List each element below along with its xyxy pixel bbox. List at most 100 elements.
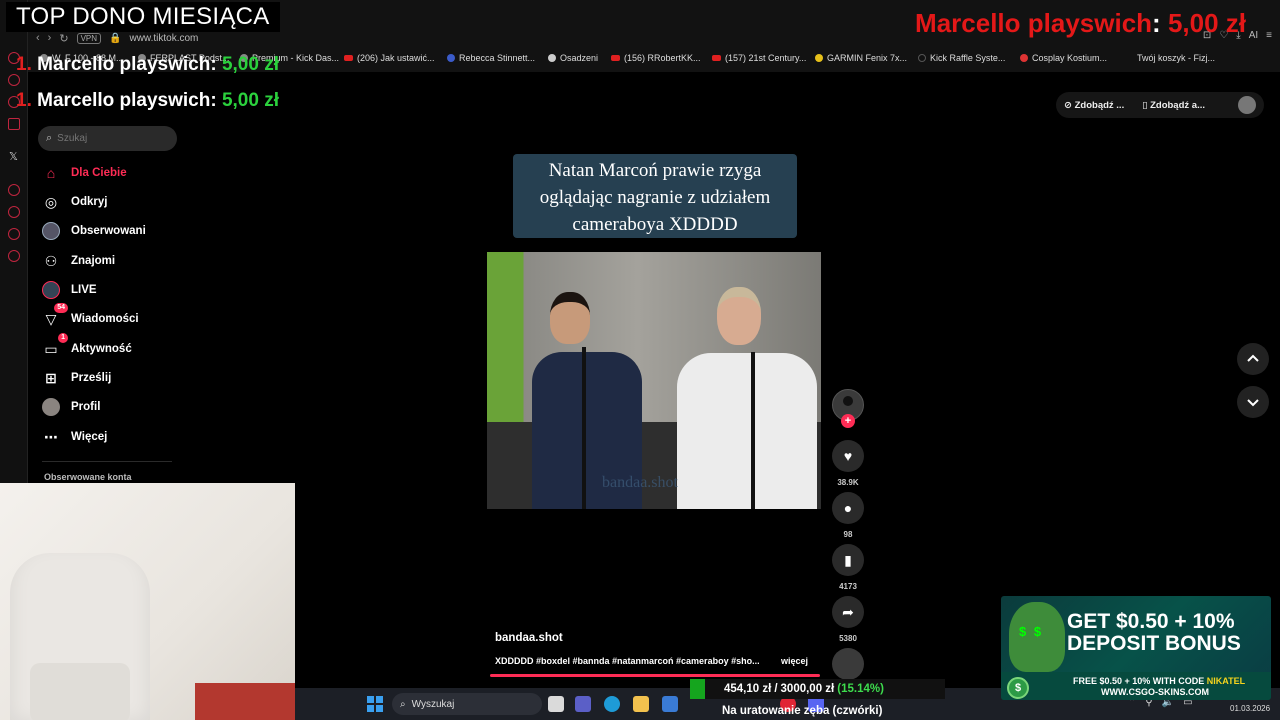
sidebar-app-icon[interactable]: [8, 184, 20, 196]
url-text[interactable]: www.tiktok.com: [129, 33, 198, 44]
sidebar-divider: [42, 461, 172, 462]
messages-icon: ▽ 54: [42, 303, 68, 328]
teams-icon[interactable]: [575, 696, 591, 712]
history-icon[interactable]: [8, 206, 20, 218]
promo-code-text: FREE $0.50 + 10% WITH CODE NIKATEL: [1073, 676, 1246, 686]
search-icon: ⌕: [400, 698, 406, 710]
previous-video-button[interactable]: [1237, 343, 1269, 375]
mascot-image: [1009, 602, 1065, 672]
microphone-stand: [751, 352, 755, 509]
nav-following[interactable]: Obserwowani: [42, 220, 146, 242]
goal-target: 3000,00 zł: [780, 683, 835, 695]
comment-button[interactable]: ● 98: [832, 492, 864, 539]
video-player[interactable]: bandaa.shot: [487, 252, 821, 509]
like-button[interactable]: ♥ 38.9K: [832, 440, 864, 487]
more-icon: ⋯: [44, 428, 58, 445]
windows-start-icon[interactable]: [367, 696, 383, 712]
menu-icon[interactable]: ≡: [1266, 30, 1272, 41]
back-icon[interactable]: ‹: [36, 32, 40, 44]
file-explorer-icon[interactable]: [633, 696, 649, 712]
bookmark-item[interactable]: (206) Jak ustawić...: [344, 53, 435, 63]
bookmark-item[interactable]: (156) RRobertKK...: [611, 53, 701, 63]
nav-upload[interactable]: ⊞ Prześlij: [42, 367, 111, 389]
friends-icon: ⚇: [44, 252, 58, 269]
video-description: XDDDDD #boxdel #bannda #natanmarcoń #cam…: [495, 656, 760, 666]
bookmark-icon: [918, 54, 926, 62]
nav-activity[interactable]: ▭ 1 Aktywność: [42, 333, 132, 360]
live-icon: [42, 281, 60, 299]
youtube-icon: [611, 55, 620, 61]
music-disc-button[interactable]: [832, 648, 864, 680]
goal-separator: /: [774, 683, 778, 695]
person-right: [677, 287, 817, 509]
header-actions: ⊘ Zdobądź ... ▯ Zdobądź a...: [1056, 92, 1264, 118]
nav-profile[interactable]: Profil: [42, 396, 100, 418]
garmin-icon: [815, 54, 823, 62]
bookmark-item[interactable]: Cosplay Kostium...: [1020, 53, 1107, 63]
forward-icon[interactable]: ›: [48, 32, 52, 44]
reload-icon[interactable]: ↻: [59, 32, 68, 45]
bookmark-item[interactable]: (157) 21st Century...: [712, 53, 806, 63]
heart-icon: ♥: [832, 440, 864, 472]
coin-icon: ⊘: [1064, 99, 1075, 111]
bookmark-item[interactable]: Rebecca Stinnett...: [447, 53, 535, 63]
address-bar[interactable]: ‹ › ↻ VPN 🔒 www.tiktok.com: [36, 30, 198, 46]
search-box[interactable]: ⌕: [38, 126, 177, 151]
search-input[interactable]: [57, 133, 168, 144]
sidebar-app-icon[interactable]: [8, 118, 20, 130]
next-video-button[interactable]: [1237, 386, 1269, 418]
nav-friends[interactable]: ⚇ Znajomi: [42, 250, 115, 272]
bookmark-item[interactable]: Osadzeni: [548, 53, 598, 63]
donation-goal-label: Na uratowanie zęba (czwórki): [722, 705, 883, 717]
messages-badge: 54: [54, 303, 68, 313]
edge-icon[interactable]: [604, 696, 620, 712]
goal-current: 454,10 zł: [724, 683, 772, 695]
chevron-down-icon: [1247, 399, 1259, 407]
bookmark-icon: [1020, 54, 1028, 62]
ai-button[interactable]: AI: [1249, 30, 1258, 41]
x-icon[interactable]: 𝕏: [9, 150, 18, 163]
youtube-icon: [344, 55, 353, 61]
taskbar-date[interactable]: 01.03.2026: [1230, 704, 1270, 713]
youtube-icon: [712, 55, 721, 61]
bookmark-item[interactable]: GARMIN Fenix 7x...: [815, 53, 907, 63]
vpn-badge[interactable]: VPN: [76, 32, 102, 44]
follow-plus-icon[interactable]: +: [841, 414, 855, 428]
video-watermark: bandaa.shot: [602, 474, 678, 491]
save-button[interactable]: ▮ 4173: [832, 544, 864, 591]
share-button[interactable]: ➦ 5380: [832, 596, 864, 643]
nav-explore[interactable]: ◎ Odkryj: [42, 191, 108, 213]
nav-for-you[interactable]: ⌂ Dla Ciebie: [42, 162, 127, 184]
taskbar-search[interactable]: ⌕ Wyszukaj: [392, 693, 542, 715]
get-coins-button[interactable]: ⊘ Zdobądź ...: [1064, 100, 1124, 111]
bookmark-item[interactable]: Twój koszyk - Fizj...: [1137, 53, 1215, 63]
goal-percent: (15.14%): [837, 683, 884, 695]
lock-icon: 🔒: [109, 32, 122, 44]
video-author[interactable]: bandaa.shot: [495, 632, 563, 644]
nav-more[interactable]: ⋯ Więcej: [42, 426, 107, 448]
nav-messages[interactable]: ▽ 54 Wiadomości: [42, 303, 139, 330]
comment-icon: ●: [832, 492, 864, 524]
video-progress-bar[interactable]: [490, 674, 820, 677]
task-view-icon[interactable]: [548, 696, 564, 712]
nav-live[interactable]: LIVE: [42, 279, 97, 301]
save-count: 4173: [839, 582, 857, 591]
bookmark-icon: [447, 54, 455, 62]
promo-headline: GET $0.50 + 10%: [1067, 610, 1235, 633]
upload-icon: ⊞: [45, 369, 57, 386]
like-count: 38.9K: [837, 478, 859, 487]
music-disc-icon: [832, 648, 864, 680]
sidebar-app-icon[interactable]: [8, 228, 20, 240]
share-count: 5380: [839, 634, 857, 643]
user-avatar[interactable]: [1238, 96, 1256, 114]
bookmark-item[interactable]: Kick Raffle Syste...: [918, 53, 1005, 63]
activity-badge: 1: [58, 333, 68, 343]
store-icon[interactable]: [662, 696, 678, 712]
settings-icon[interactable]: [8, 250, 20, 262]
more-link[interactable]: więcej: [781, 656, 808, 666]
get-app-button[interactable]: ▯ Zdobądź a...: [1142, 100, 1205, 111]
promo-banner[interactable]: GET $0.50 + 10% DEPOSIT BONUS $ FREE $0.…: [1001, 596, 1271, 700]
top-donor-entry: 1. Marcello playswich: 5,00 zł: [16, 54, 279, 75]
phone-icon: ▯: [1142, 99, 1151, 111]
top-donor-entry: 1. Marcello playswich: 5,00 zł: [16, 90, 279, 111]
